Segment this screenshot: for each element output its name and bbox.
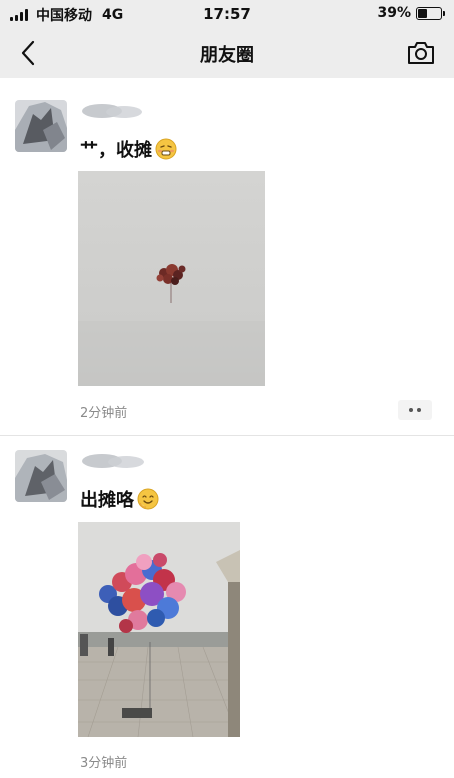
avatar[interactable] bbox=[15, 450, 67, 502]
avatar[interactable] bbox=[15, 100, 67, 152]
post-text: 艹，收摊 bbox=[80, 136, 177, 162]
grimace-emoji-icon bbox=[155, 138, 177, 160]
smile-emoji-icon bbox=[137, 488, 159, 510]
post-photo[interactable] bbox=[78, 171, 265, 386]
nickname-blurred[interactable] bbox=[80, 100, 150, 120]
post-text-content: 出摊咯 bbox=[80, 490, 134, 511]
nickname-blurred[interactable] bbox=[80, 450, 150, 470]
battery-icon bbox=[416, 6, 445, 20]
post-photo[interactable] bbox=[78, 522, 240, 737]
status-right: 39% bbox=[377, 5, 445, 21]
nav-bar: 朋友圈 bbox=[0, 28, 454, 78]
battery-percent: 39% bbox=[377, 5, 411, 21]
post-text: 出摊咯 bbox=[80, 486, 159, 512]
status-bar: 中国移动 4G 17:57 39% bbox=[0, 0, 454, 28]
camera-icon[interactable] bbox=[406, 40, 436, 66]
more-options-button[interactable] bbox=[398, 400, 432, 420]
moment-post: 艹，收摊 2分钟前 bbox=[0, 78, 454, 435]
moment-post: 出摊咯 3分钟前 bbox=[0, 436, 454, 778]
page-title: 朋友圈 bbox=[200, 45, 254, 66]
post-timestamp: 2分钟前 bbox=[80, 406, 128, 421]
post-text-content: 艹，收摊 bbox=[80, 140, 152, 161]
battery-fill bbox=[418, 8, 427, 18]
post-timestamp: 3分钟前 bbox=[80, 756, 128, 771]
